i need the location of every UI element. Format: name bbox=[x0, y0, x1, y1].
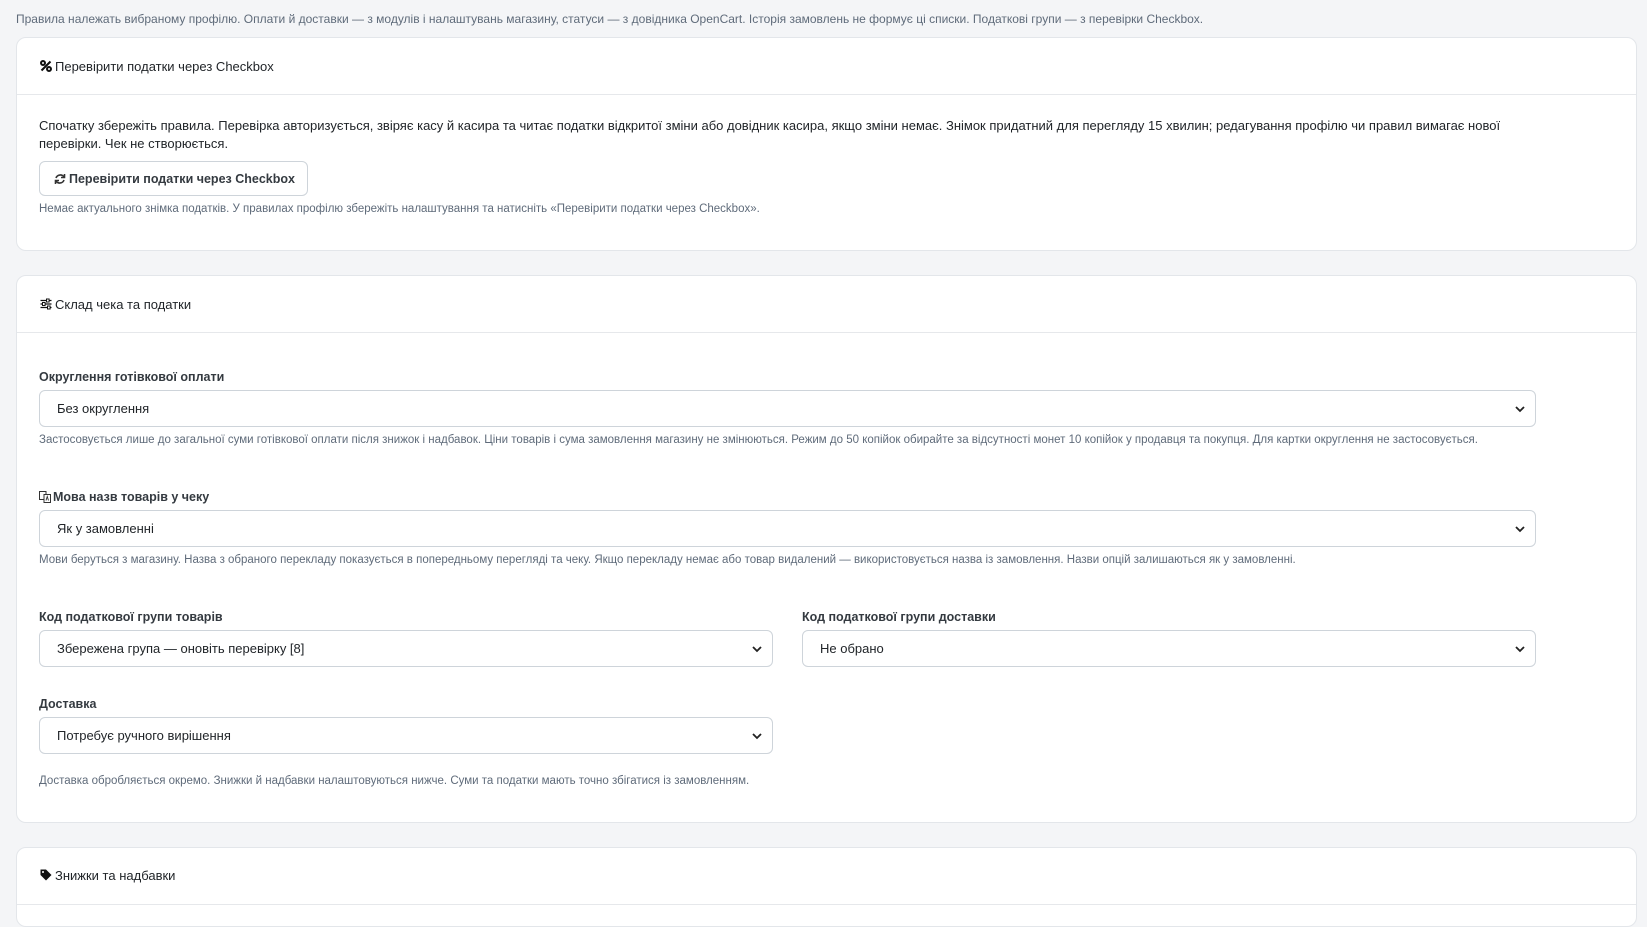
tax-snapshot-status: Немає актуального знімка податків. У пра… bbox=[39, 203, 760, 215]
language-select-value: Як у замовленні bbox=[57, 521, 154, 536]
shipping-tax-select-value: Не обрано bbox=[820, 641, 884, 656]
check-taxes-button[interactable]: Перевірити податки через Checkbox bbox=[39, 161, 308, 196]
tax-check-title: Перевірити податки через Checkbox bbox=[55, 58, 274, 74]
tax-check-header: Перевірити податки через Checkbox bbox=[17, 38, 1636, 95]
chevron-down-icon bbox=[750, 642, 764, 656]
receipt-taxes-card: Склад чека та податки Округлення готівко… bbox=[16, 275, 1637, 823]
shipping-select-value: Потребує ручного вирішення bbox=[57, 728, 231, 743]
refresh-icon bbox=[54, 173, 66, 185]
language-label-text: Мова назв товарів у чеку bbox=[53, 490, 210, 504]
product-tax-select-value: Збережена група — оновіть перевірку [8] bbox=[57, 641, 305, 656]
shipping-help: Доставка обробляється окремо. Знижки й н… bbox=[39, 775, 750, 787]
sliders-icon bbox=[39, 297, 53, 311]
receipt-taxes-header: Склад чека та податки bbox=[17, 276, 1636, 333]
chevron-down-icon bbox=[1513, 642, 1527, 656]
receipt-taxes-title: Склад чека та податки bbox=[55, 296, 192, 312]
tax-check-card: Перевірити податки через Checkbox Спочат… bbox=[16, 37, 1637, 251]
intro-text: Правила належать вибраному профілю. Опла… bbox=[16, 12, 1204, 26]
chevron-down-icon bbox=[1513, 402, 1527, 416]
shipping-select[interactable]: Потребує ручного вирішення bbox=[39, 717, 773, 754]
discounts-header: Знижки та надбавки bbox=[17, 848, 1636, 905]
shipping-label: Доставка bbox=[39, 697, 97, 711]
shipping-tax-select[interactable]: Не обрано bbox=[802, 630, 1536, 667]
rounding-select-value: Без округлення bbox=[57, 401, 150, 416]
tax-check-description: Спочатку збережіть правила. Перевірка ав… bbox=[39, 118, 1501, 151]
language-help: Мови беруться з магазину. Назва з обрано… bbox=[39, 554, 1296, 566]
product-tax-label: Код податкової групи товарів bbox=[39, 610, 223, 624]
chevron-down-icon bbox=[750, 729, 764, 743]
check-taxes-button-label: Перевірити податки через Checkbox bbox=[69, 171, 295, 186]
product-tax-select[interactable]: Збережена група — оновіть перевірку [8] bbox=[39, 630, 773, 667]
tags-icon bbox=[39, 868, 53, 882]
rounding-help: Застосовується лише до загальної суми го… bbox=[39, 434, 1478, 446]
percent-icon bbox=[39, 59, 53, 73]
rounding-label: Округлення готівкової оплати bbox=[39, 370, 225, 384]
language-select[interactable]: Як у замовленні bbox=[39, 510, 1536, 547]
discounts-title: Знижки та надбавки bbox=[55, 868, 176, 883]
chevron-down-icon bbox=[1513, 522, 1527, 536]
shipping-tax-label: Код податкової групи доставки bbox=[802, 610, 996, 624]
rounding-select[interactable]: Без округлення bbox=[39, 390, 1536, 427]
language-label: Мова назв товарів у чеку bbox=[39, 490, 209, 504]
language-icon bbox=[39, 491, 51, 503]
discounts-card: Знижки та надбавки bbox=[16, 847, 1637, 927]
